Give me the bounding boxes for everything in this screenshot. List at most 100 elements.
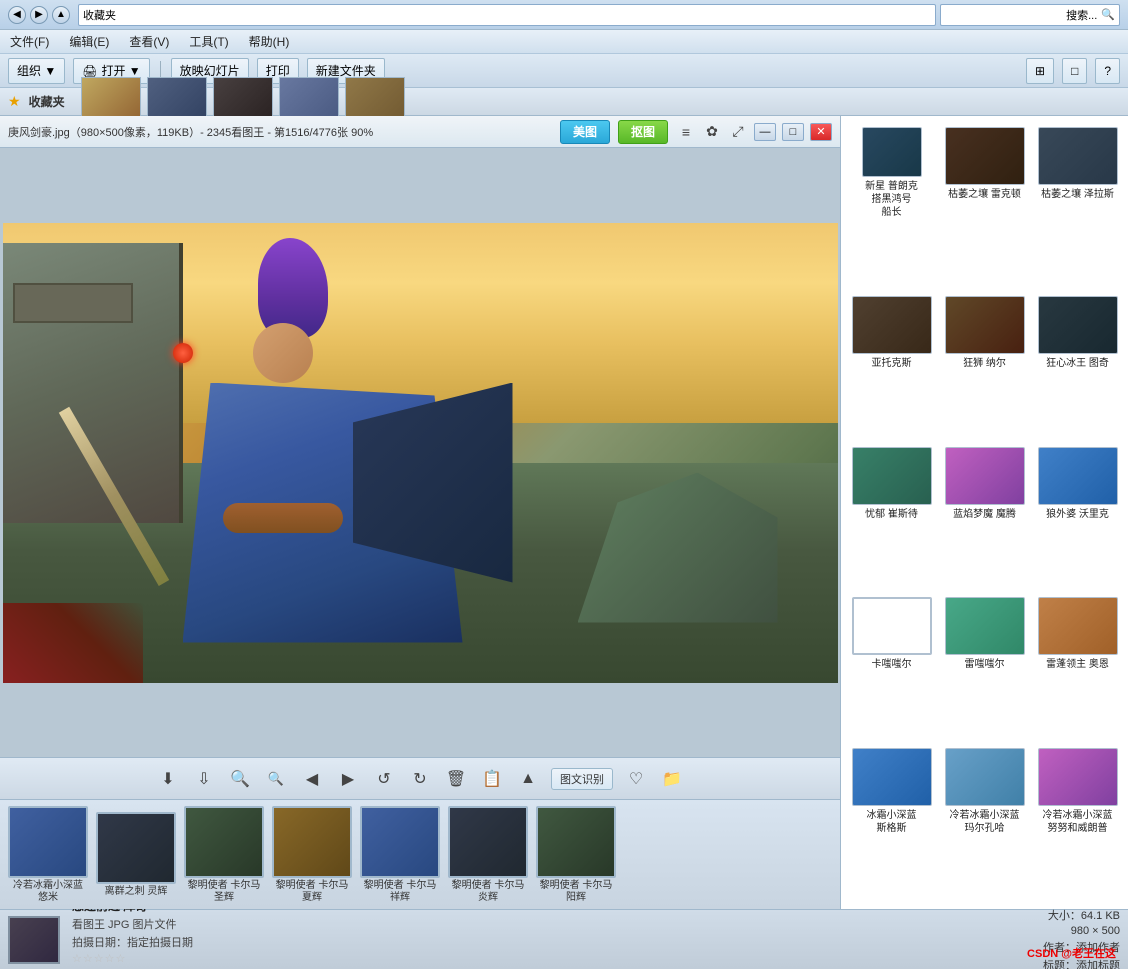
rp-thumb-partial bbox=[862, 127, 922, 177]
watermark: CSDN @老王在这 bbox=[1027, 945, 1116, 961]
rp-item-5[interactable]: 忧郁 崔斯待 bbox=[845, 440, 938, 591]
address-text: 收藏夹 bbox=[83, 7, 116, 23]
viewer-panel: 庚风剑豪.jpg（980×500像素，119KB）- 2345看图王 - 第15… bbox=[0, 116, 840, 909]
star-icon[interactable]: ✿ bbox=[702, 122, 722, 142]
zoom-in-icon[interactable]: 🔍 bbox=[227, 766, 253, 792]
rp-label-8: 卡嗤嗤尔 bbox=[872, 658, 912, 671]
status-dims: 980 × 500 bbox=[1071, 925, 1120, 937]
red-plants bbox=[3, 603, 143, 683]
rotate-right-icon[interactable]: ↻ bbox=[407, 766, 433, 792]
ruins-detail bbox=[13, 283, 133, 323]
thumb-item-4[interactable]: 黎明使者 卡尔马 夏辉 bbox=[272, 806, 352, 904]
delete-icon[interactable]: 🗑 bbox=[443, 766, 469, 792]
address-bar[interactable]: 收藏夹 bbox=[78, 4, 936, 26]
rp-item-10[interactable]: 雷蓬领主 奥恩 bbox=[1031, 590, 1124, 741]
rp-label-2: 亚托克斯 bbox=[872, 357, 912, 370]
thumbnail-strip: 冷若冰霜小深蓝 悠米 离群之刺 灵辉 黎明使者 卡尔马 圣辉 黎明使者 卡尔马 … bbox=[0, 799, 840, 909]
champion-belt bbox=[223, 503, 343, 533]
champion-face bbox=[253, 323, 313, 383]
rp-thumb-6 bbox=[945, 447, 1025, 505]
rp-label-0: 枯萎之壤 雷克顿 bbox=[948, 188, 1021, 201]
fullscreen-icon[interactable]: ⤢ bbox=[728, 122, 748, 142]
menu-tools[interactable]: 工具(T) bbox=[185, 31, 232, 52]
status-bar: 急速前进 库奇 看图王 JPG 图片文件 拍摄日期：指定拍摄日期 ☆☆☆☆☆ 标… bbox=[0, 909, 1128, 969]
rp-item-partial[interactable]: 新星 普朗克搭黑鸿号船长 bbox=[845, 120, 938, 289]
rp-thumb-0 bbox=[945, 127, 1025, 185]
help-button[interactable]: ? bbox=[1095, 58, 1120, 84]
download-icon[interactable]: ⬇ bbox=[155, 766, 181, 792]
rp-item-8[interactable]: 卡嗤嗤尔 bbox=[845, 590, 938, 741]
rp-thumb-8 bbox=[852, 597, 932, 655]
thumb-item-7[interactable]: 黎明使者 卡尔马 阳辉 bbox=[536, 806, 616, 904]
rp-label-12: 冷若冰霜小深蓝玛尔孔哈 bbox=[950, 809, 1020, 835]
organize-button[interactable]: 组织 ▼ bbox=[8, 58, 65, 84]
search-placeholder: 搜索... bbox=[1066, 7, 1097, 23]
folder-icon[interactable]: 📁 bbox=[659, 766, 685, 792]
menu-help[interactable]: 帮助(H) bbox=[245, 31, 294, 52]
favorites-title: 收藏夹 bbox=[29, 93, 65, 110]
image-display bbox=[0, 148, 840, 757]
copy-icon[interactable]: 📋 bbox=[479, 766, 505, 792]
menu-file[interactable]: 文件(F) bbox=[6, 31, 53, 52]
thumb-item-1[interactable]: 冷若冰霜小深蓝 悠米 bbox=[8, 806, 88, 904]
viewer-window-controls: ≡ ✿ ⤢ — □ ✕ bbox=[676, 122, 832, 142]
koutu-button[interactable]: 抠图 bbox=[618, 120, 668, 144]
zoom-out-icon[interactable]: 🔍 bbox=[263, 766, 289, 792]
back-button[interactable]: ◀ bbox=[8, 6, 26, 24]
rp-item-3[interactable]: 狂狮 纳尔 bbox=[938, 289, 1031, 440]
rp-thumb-7 bbox=[1038, 447, 1118, 505]
right-panel: 新星 普朗克搭黑鸿号船长 枯萎之壤 雷克顿 枯萎之壤 泽拉斯 亚托克斯 bbox=[840, 116, 1128, 909]
rp-item-1[interactable]: 枯萎之壤 泽拉斯 bbox=[1031, 120, 1124, 289]
next-icon[interactable]: ▶ bbox=[335, 766, 361, 792]
rp-thumb-10 bbox=[1038, 597, 1118, 655]
rp-item-12[interactable]: 冷若冰霜小深蓝玛尔孔哈 bbox=[938, 741, 1031, 905]
maximize-button[interactable]: □ bbox=[782, 123, 804, 141]
viewer-title: 庚风剑豪.jpg（980×500像素，119KB）- 2345看图王 - 第15… bbox=[8, 124, 552, 140]
rp-item-13[interactable]: 冷若冰霜小深蓝努努和威朗普 bbox=[1031, 741, 1124, 905]
rp-item-2[interactable]: 亚托克斯 bbox=[845, 289, 938, 440]
rp-item-11[interactable]: 冰霜小深蓝斯格斯 bbox=[845, 741, 938, 905]
rp-thumb-9 bbox=[945, 597, 1025, 655]
rp-item-6[interactable]: 蓝焰梦魔 魔腾 bbox=[938, 440, 1031, 591]
favorite-icon[interactable]: ♡ bbox=[623, 766, 649, 792]
rp-item-4[interactable]: 狂心冰王 图奇 bbox=[1031, 289, 1124, 440]
save-icon[interactable]: ⇩ bbox=[191, 766, 217, 792]
search-bar[interactable]: 搜索... 🔍 bbox=[940, 4, 1120, 26]
preview-toggle[interactable]: □ bbox=[1062, 58, 1087, 84]
rotate-left-icon[interactable]: ↺ bbox=[371, 766, 397, 792]
search-icon: 🔍 bbox=[1101, 8, 1115, 21]
thumb-img-6 bbox=[448, 806, 528, 878]
up-button[interactable]: ▲ bbox=[52, 6, 70, 24]
rp-label-9: 雷嗤嗤尔 bbox=[965, 658, 1005, 671]
rp-item-9[interactable]: 雷嗤嗤尔 bbox=[938, 590, 1031, 741]
forward-button[interactable]: ▶ bbox=[30, 6, 48, 24]
thumb-item-5[interactable]: 黎明使者 卡尔马 祥辉 bbox=[360, 806, 440, 904]
viewer-titlebar: 庚风剑豪.jpg（980×500像素，119KB）- 2345看图王 - 第15… bbox=[0, 116, 840, 148]
ocr-button[interactable]: 图文识别 bbox=[551, 768, 613, 790]
menu-icon[interactable]: ≡ bbox=[676, 122, 696, 142]
rp-thumb-5 bbox=[852, 447, 932, 505]
thumb-label-7: 黎明使者 卡尔马 阳辉 bbox=[536, 880, 616, 904]
menu-bar: 文件(F) 编辑(E) 查看(V) 工具(T) 帮助(H) bbox=[0, 30, 1128, 54]
view-button[interactable]: ⊞ bbox=[1026, 58, 1054, 84]
thumb-item-3[interactable]: 黎明使者 卡尔马 圣辉 bbox=[184, 806, 264, 904]
close-button[interactable]: ✕ bbox=[810, 123, 832, 141]
status-stars[interactable]: ☆☆☆☆☆ bbox=[72, 952, 1031, 965]
title-bar-left: ◀ ▶ ▲ 收藏夹 bbox=[8, 4, 940, 26]
minimize-button[interactable]: — bbox=[754, 123, 776, 141]
favorites-bar: ★ 收藏夹 bbox=[0, 88, 1128, 116]
prev-icon[interactable]: ◀ bbox=[299, 766, 325, 792]
menu-edit[interactable]: 编辑(E) bbox=[65, 31, 113, 52]
thumb-item-6[interactable]: 黎明使者 卡尔马 炎辉 bbox=[448, 806, 528, 904]
menu-view[interactable]: 查看(V) bbox=[125, 31, 173, 52]
top-icon[interactable]: ▲ bbox=[515, 766, 541, 792]
thumb-img-5 bbox=[360, 806, 440, 878]
thumb-item-2[interactable]: 离群之刺 灵辉 bbox=[96, 812, 176, 898]
rp-item-0[interactable]: 枯萎之壤 雷克顿 bbox=[938, 120, 1031, 289]
thumb-label-5: 黎明使者 卡尔马 祥辉 bbox=[360, 880, 440, 904]
rp-label-6: 蓝焰梦魔 魔腾 bbox=[953, 508, 1016, 521]
status-thumbnail bbox=[8, 916, 60, 964]
rp-item-7[interactable]: 狼外婆 沃里克 bbox=[1031, 440, 1124, 591]
meitou-button[interactable]: 美图 bbox=[560, 120, 610, 144]
rp-thumb-11 bbox=[852, 748, 932, 806]
